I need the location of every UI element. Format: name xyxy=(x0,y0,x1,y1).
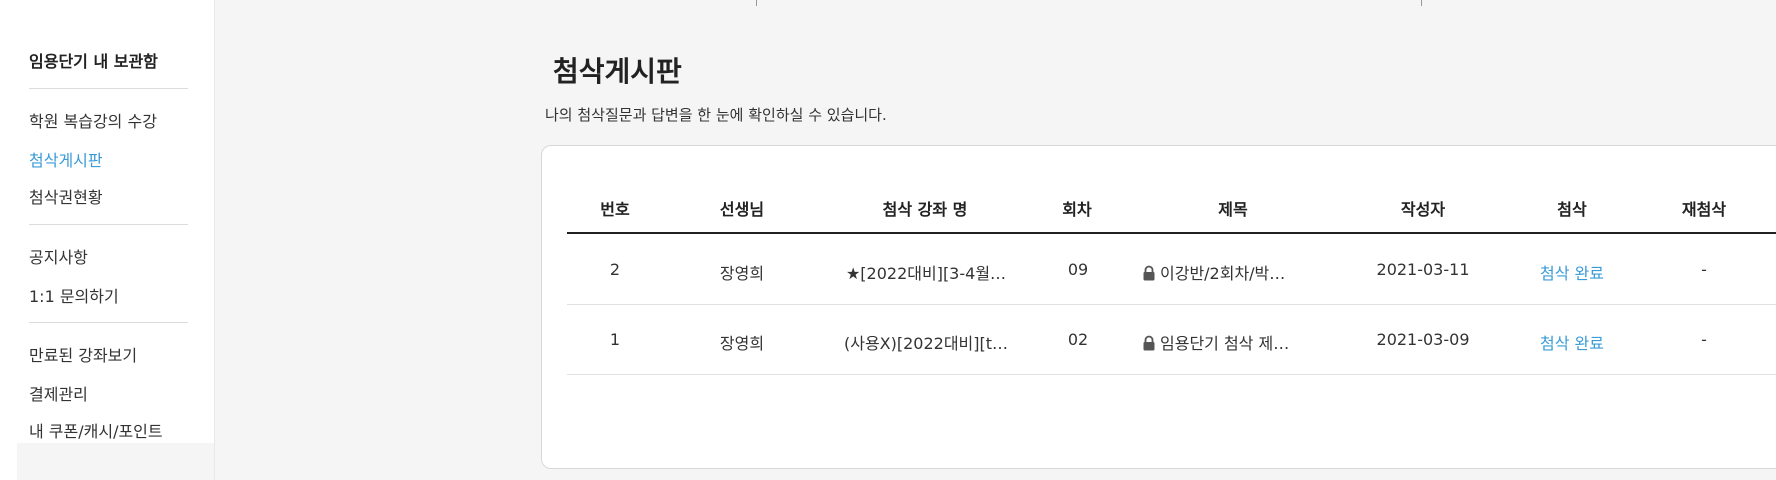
column-header-title: 제목 xyxy=(1218,200,1248,219)
sidebar-title: 임용단기 내 보관함 xyxy=(29,52,158,71)
top-divider-right xyxy=(1421,0,1422,6)
cell-title-text: 임용단기 첨삭 제… xyxy=(1160,334,1290,353)
column-header-teacher: 선생님 xyxy=(719,200,765,219)
sidebar-item-correction-board[interactable]: 첨삭게시판 xyxy=(29,147,103,171)
cell-title-link[interactable]: 이강반/2회차/박… xyxy=(1142,260,1285,284)
cell-title-link[interactable]: 임용단기 첨삭 제… xyxy=(1142,330,1289,354)
cell-course: (사용X)[2022대비][t… xyxy=(843,334,1009,353)
table-header-rule xyxy=(567,232,1776,234)
sidebar-item-payments[interactable]: 결제관리 xyxy=(29,381,88,405)
cell-session: 02 xyxy=(1067,330,1089,349)
column-header-recorrection: 재첨삭 xyxy=(1681,200,1727,219)
correction-status-link[interactable]: 첨삭 완료 xyxy=(1540,260,1604,284)
sidebar-item-notice[interactable]: 공지사항 xyxy=(29,244,88,268)
column-header-correction: 첨삭 xyxy=(1557,200,1587,219)
lock-icon xyxy=(1143,335,1155,351)
column-header-session: 회차 xyxy=(1062,200,1092,219)
page-title: 첨삭게시판 xyxy=(553,55,682,88)
sidebar-divider xyxy=(29,224,188,225)
cell-title-text: 이강반/2회차/박… xyxy=(1160,264,1286,283)
sidebar-edge xyxy=(214,0,215,480)
cell-date: 2021-03-11 xyxy=(1376,260,1470,279)
cell-number: 2 xyxy=(609,260,621,279)
top-divider-left xyxy=(756,0,757,6)
board-table-panel xyxy=(541,145,1776,469)
cell-recorrection: - xyxy=(1701,330,1707,349)
column-header-number: 번호 xyxy=(600,200,630,219)
cell-teacher: 장영희 xyxy=(719,334,765,353)
cell-date: 2021-03-09 xyxy=(1376,330,1470,349)
sidebar-item-coupons[interactable]: 내 쿠폰/캐시/포인트 xyxy=(29,418,163,442)
sidebar-divider xyxy=(29,322,188,323)
column-header-course: 첨삭 강좌 명 xyxy=(882,200,968,219)
row-divider xyxy=(567,374,1776,375)
cell-course: ★[2022대비][3-4월… xyxy=(845,264,1007,283)
cell-recorrection: - xyxy=(1701,260,1707,279)
sidebar-item-review-lecture[interactable]: 학원 복습강의 수강 xyxy=(29,108,157,132)
cell-teacher: 장영희 xyxy=(719,264,765,283)
page-description: 나의 첨삭질문과 답변을 한 눈에 확인하실 수 있습니다. xyxy=(545,106,887,124)
cell-session: 09 xyxy=(1067,260,1089,279)
sidebar-divider xyxy=(29,88,188,89)
sidebar-bottom-fill xyxy=(17,443,214,480)
lock-icon xyxy=(1143,265,1155,281)
sidebar xyxy=(0,0,214,480)
row-divider xyxy=(567,304,1776,305)
sidebar-item-inquiry[interactable]: 1:1 문의하기 xyxy=(29,283,119,307)
sidebar-item-expired-courses[interactable]: 만료된 강좌보기 xyxy=(29,342,137,366)
cell-number: 1 xyxy=(609,330,621,349)
correction-status-link[interactable]: 첨삭 완료 xyxy=(1540,330,1604,354)
column-header-author: 작성자 xyxy=(1400,200,1446,219)
sidebar-item-correction-voucher[interactable]: 첨삭권현황 xyxy=(29,184,103,208)
